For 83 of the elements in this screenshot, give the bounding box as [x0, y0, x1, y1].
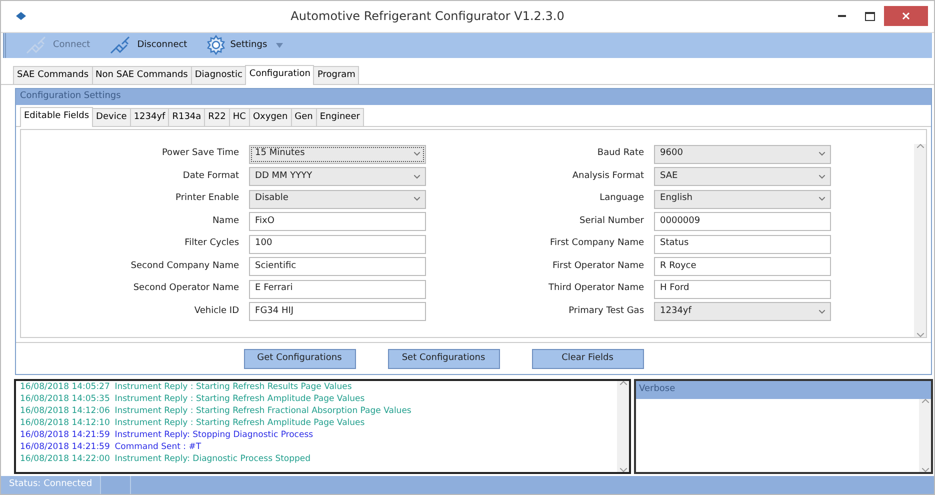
app-icon	[15, 11, 27, 22]
log-entry: 16/08/2018 14:05:27 Instrument Reply : Starting Refresh Results Page Values	[20, 381, 353, 394]
field-label: Serial Number	[578, 214, 644, 228]
dropdown-field[interactable]: Disable	[249, 190, 426, 209]
scroll-down-icon[interactable]	[620, 468, 626, 472]
close-icon	[902, 12, 910, 20]
field-label: Baud Rate	[596, 147, 644, 160]
toolbar-button[interactable]: Disconnect	[104, 35, 192, 56]
gear-icon	[205, 35, 228, 56]
tab[interactable]: Non SAE Commands	[92, 66, 192, 84]
scroll-up-icon[interactable]	[922, 398, 928, 403]
panel-title: Verbose	[636, 381, 931, 399]
action-button[interactable]: Set Configurations	[388, 348, 500, 369]
log-entry: 16/08/2018 14:21:59 Command Sent : #T	[20, 441, 202, 454]
input-field[interactable]: E Ferrari	[249, 280, 426, 299]
tab[interactable]: R22	[204, 108, 230, 126]
caret-icon	[819, 152, 825, 156]
field-label: Name	[211, 214, 240, 228]
tab[interactable]: Oxygen	[248, 108, 292, 126]
scroll-up-icon[interactable]	[620, 381, 626, 386]
field-label: Second Company Name	[130, 260, 240, 273]
caret-icon	[414, 197, 420, 202]
input-field[interactable]: FixO	[249, 212, 426, 232]
tab[interactable]: Diagnostic	[190, 66, 246, 84]
panel-title: Configuration Settings	[16, 89, 931, 105]
dropdown-field[interactable]: SAE	[654, 167, 831, 186]
scroll-up-icon[interactable]	[916, 144, 924, 148]
scrollbar[interactable]	[617, 381, 629, 472]
tab[interactable]: R134a	[168, 108, 206, 126]
field-label: Analysis Format	[571, 170, 644, 183]
field-label: First Company Name	[548, 237, 644, 250]
caret-icon	[414, 174, 420, 179]
field-label: Language	[598, 192, 644, 206]
log-entry: 16/08/2018 14:12:10 Instrument Reply : Starting Refresh Amplitude Page Values	[20, 417, 366, 430]
input-field[interactable]: R Royce	[654, 257, 831, 276]
close-button[interactable]	[884, 6, 928, 26]
field-label: Date Format	[182, 170, 240, 183]
dropdown-field[interactable]: 9600	[654, 144, 831, 164]
input-field[interactable]: FG34 HIJ	[249, 302, 426, 322]
field-label: Vehicle ID	[193, 304, 240, 318]
status-text: Status: Connected	[1, 476, 102, 494]
maximize-icon	[865, 12, 875, 21]
field-label: First Operator Name	[552, 260, 644, 273]
input-field[interactable]: Scientific	[249, 257, 426, 276]
tab[interactable]: Program	[313, 66, 360, 84]
input-field[interactable]: 0000009	[654, 212, 831, 232]
scrollbar[interactable]	[914, 144, 926, 338]
input-field[interactable]: Status	[654, 234, 831, 254]
tab[interactable]: Editable Fields	[20, 106, 94, 128]
action-button[interactable]: Clear Fields	[532, 348, 644, 369]
tab[interactable]: Device	[92, 108, 131, 126]
tab[interactable]: SAE Commands	[13, 66, 93, 84]
tab[interactable]: 1234yf	[130, 108, 170, 126]
scroll-down-icon[interactable]	[922, 468, 928, 472]
minimize-icon	[838, 15, 846, 18]
dropdown-field[interactable]: English	[654, 190, 831, 209]
scrollbar[interactable]	[919, 398, 931, 472]
input-field[interactable]: 100	[249, 234, 426, 254]
field-label: Filter Cycles	[184, 237, 240, 250]
caret-icon	[819, 310, 825, 314]
caret-icon	[819, 174, 825, 179]
log-entry: 16/08/2018 14:05:35 Instrument Reply : Starting Refresh Amplitude Page Values	[20, 393, 366, 406]
field-label: Second Operator Name	[132, 282, 240, 296]
tab[interactable]: Engineer	[316, 108, 364, 126]
field-label: Power Save Time	[160, 147, 240, 160]
tab[interactable]: HC	[228, 108, 250, 126]
dropdown-field[interactable]: DD MM YYYY	[249, 167, 426, 186]
window-title: Automotive Refrigerant Configurator V1.2.3.0	[290, 8, 566, 26]
caret-icon	[414, 152, 420, 156]
action-button[interactable]: Get Configurations	[244, 348, 356, 369]
log-entry: 16/08/2018 14:12:06 Instrument Reply : Starting Refresh Fractional Absorption Page Values	[20, 405, 412, 418]
log-entry: 16/08/2018 14:21:59 Instrument Reply: Stopping Diagnostic Process	[20, 429, 314, 442]
tab[interactable]: Gen	[290, 108, 317, 126]
field-label: Printer Enable	[174, 192, 240, 206]
input-field[interactable]: H Ford	[654, 280, 831, 299]
caret-icon	[819, 197, 825, 202]
log-entry: 16/08/2018 14:22:00 Instrument Reply: Diagnostic Process Stopped	[20, 453, 312, 466]
dropdown-field[interactable]: 1234yf	[654, 302, 831, 322]
field-label: Third Operator Name	[548, 282, 644, 296]
tab[interactable]: Configuration	[245, 64, 314, 86]
dropdown-field[interactable]: 15 Minutes	[249, 144, 426, 164]
toolbar-button[interactable]: Settings	[201, 35, 288, 56]
field-label: Primary Test Gas	[568, 304, 644, 318]
